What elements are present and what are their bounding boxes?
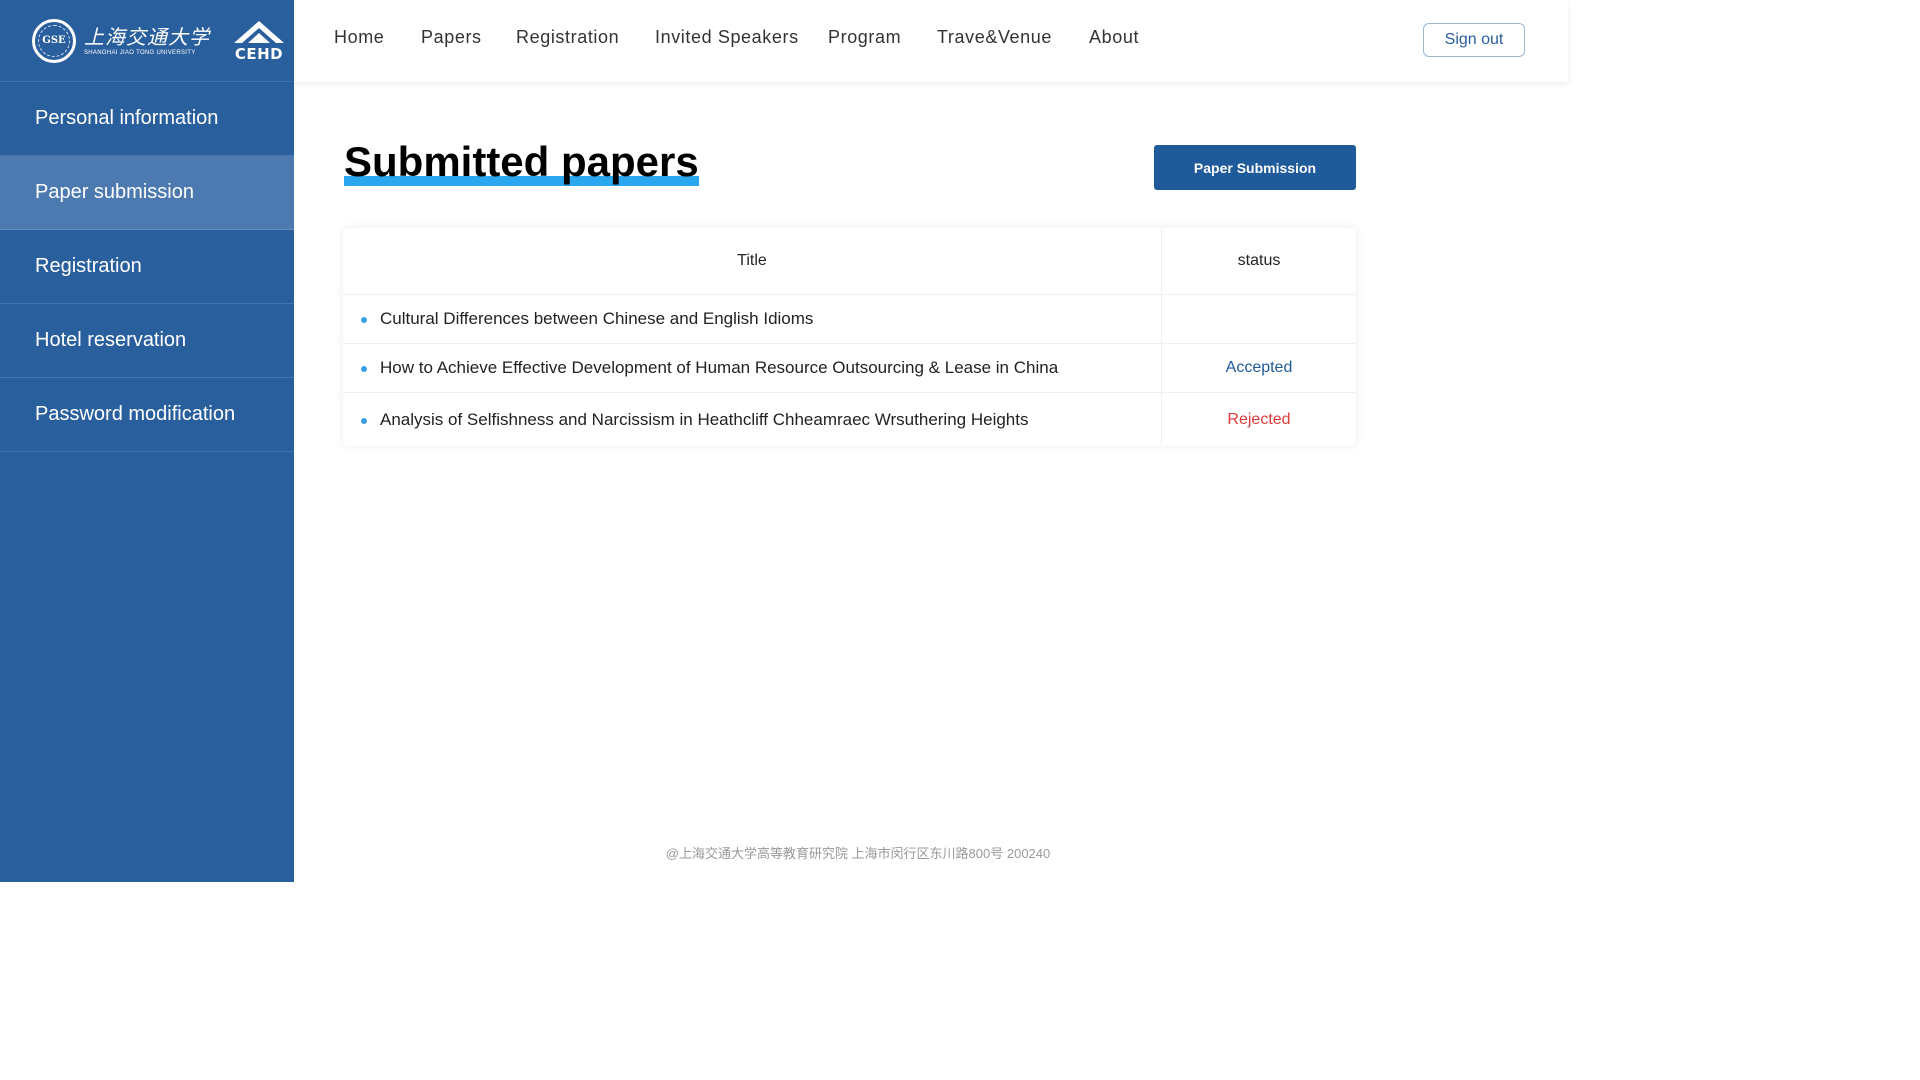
nav-invited-speakers[interactable]: Invited Speakers	[655, 27, 799, 48]
paper-status-cell	[1162, 295, 1356, 343]
bullet-icon	[361, 317, 367, 323]
sidebar-menu: Personal information Paper submission Regi…	[0, 82, 294, 452]
column-header-status: status	[1162, 228, 1356, 295]
sidebar-item-label: Paper submission	[35, 181, 194, 203]
sidebar-item-label: Registration	[35, 255, 142, 277]
papers-table: Title status Cultural Differences betwee…	[343, 228, 1356, 446]
footer-text: @上海交通大学高等教育研究院 上海市闵行区东川路800号 200240	[665, 846, 1051, 861]
sidebar-item-label: Personal information	[35, 107, 219, 129]
sign-out-button[interactable]: Sign out	[1423, 23, 1525, 57]
paper-title: Analysis of Selfishness and Narcissism i…	[380, 409, 1029, 429]
status-badge: Rejected	[1227, 410, 1291, 428]
nav-about[interactable]: About	[1089, 27, 1139, 48]
nav-papers[interactable]: Papers	[421, 27, 482, 48]
sidebar-item-hotel-reservation[interactable]: Hotel reservation	[0, 304, 294, 378]
sidebar-item-personal-information[interactable]: Personal information	[0, 82, 294, 156]
sidebar-item-password-modification[interactable]: Password modification	[0, 378, 294, 452]
logo-area: GSE 上海交通大学 SHANGHAI JIAO TONG UNIVERSITY…	[0, 0, 294, 82]
university-name-en: SHANGHAI JIAO TONG UNIVERSITY	[84, 49, 196, 56]
status-badge: Accepted	[1225, 359, 1293, 376]
paper-status-cell: Accepted	[1162, 344, 1356, 392]
sidebar-item-label: Hotel reservation	[35, 329, 187, 351]
column-header-title: Title	[343, 228, 1162, 295]
page-title-wrapper: Submitted papers	[344, 138, 699, 186]
paper-title-cell: Cultural Differences between Chinese and…	[343, 295, 1162, 343]
cehd-logo: CEHD	[230, 19, 288, 63]
cehd-text: CEHD	[234, 44, 284, 63]
page-title: Submitted papers	[344, 138, 699, 186]
paper-submission-button[interactable]: Paper Submission	[1154, 145, 1356, 190]
university-seal-icon: GSE	[32, 18, 76, 63]
university-name-cn: 上海交通大学	[84, 24, 210, 49]
sidebar: GSE 上海交通大学 SHANGHAI JIAO TONG UNIVERSITY…	[0, 0, 294, 882]
paper-title: Cultural Differences between Chinese and…	[380, 309, 814, 328]
nav-registration[interactable]: Registration	[516, 27, 619, 48]
table-row[interactable]: Cultural Differences between Chinese and…	[343, 295, 1356, 344]
sidebar-item-registration[interactable]: Registration	[0, 230, 294, 304]
bullet-icon	[361, 417, 367, 424]
top-navigation: Home Papers Registration Invited Speaker…	[294, 0, 1568, 82]
paper-status-cell: Rejected	[1162, 393, 1356, 446]
page-title-text: Submitted papers	[344, 138, 699, 185]
sidebar-item-label: Password modification	[35, 403, 236, 425]
bullet-icon	[361, 366, 367, 372]
nav-travel-venue[interactable]: Trave&Venue	[937, 27, 1052, 48]
seal-text: GSE	[42, 35, 66, 46]
sidebar-item-paper-submission[interactable]: Paper submission	[0, 156, 294, 230]
paper-title: How to Achieve Effective Development of …	[380, 358, 1059, 377]
table-row[interactable]: How to Achieve Effective Development of …	[343, 344, 1356, 393]
nav-home[interactable]: Home	[334, 27, 384, 48]
paper-title-cell: Analysis of Selfishness and Narcissism i…	[343, 393, 1162, 446]
paper-title-cell: How to Achieve Effective Development of …	[343, 344, 1162, 392]
university-logo: 上海交通大学 SHANGHAI JIAO TONG UNIVERSITY	[84, 26, 210, 56]
nav-program[interactable]: Program	[828, 27, 901, 48]
table-row[interactable]: Analysis of Selfishness and Narcissism i…	[343, 393, 1356, 446]
